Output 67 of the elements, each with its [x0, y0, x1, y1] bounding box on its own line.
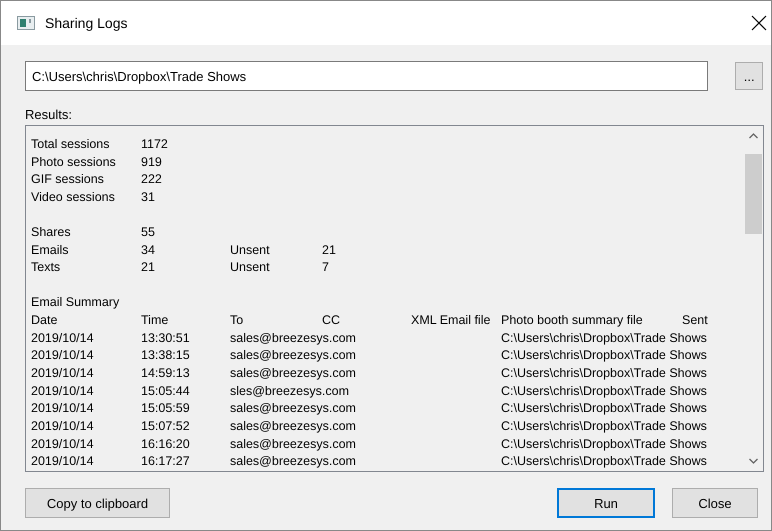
- stat-label: Unsent: [230, 259, 271, 276]
- file-path-cell-text: C:\Users\chris\Dropbox\Trade Shows: [501, 364, 708, 382]
- browse-button[interactable]: ...: [735, 62, 763, 90]
- column-header: XML Email file: [411, 312, 492, 329]
- stat-value: 21: [141, 259, 156, 276]
- stat-label: Total sessions: [31, 136, 111, 153]
- time-cell-text: 13:30:51: [141, 330, 191, 346]
- file-path-cell-text: C:\Users\chris\Dropbox\Trade Shows: [501, 347, 708, 364]
- time-cell-text: 13:38:15: [141, 347, 191, 364]
- app-icon: [17, 16, 35, 30]
- stat-value: 7: [322, 259, 330, 276]
- column-header: Date: [31, 312, 58, 329]
- column-header: CC: [322, 312, 342, 329]
- file-path-cell-text: C:\Users\chris\Dropbox\Trade Shows: [501, 453, 708, 470]
- stat-value: 222: [141, 171, 163, 188]
- close-icon[interactable]: [751, 15, 767, 31]
- date-cell-text: 2019/10/14: [31, 418, 95, 435]
- window-title: Sharing Logs: [45, 15, 129, 31]
- stat-value: 31: [141, 189, 156, 206]
- folder-path-field[interactable]: C:\Users\chris\Dropbox\Trade Shows: [25, 61, 708, 91]
- file-path-cell-text: C:\Users\chris\Dropbox\Trade Shows: [501, 418, 708, 435]
- date-cell-text: 2019/10/14: [31, 330, 95, 346]
- column-header: Sent: [682, 312, 709, 329]
- stat-label: Photo sessions: [31, 154, 117, 171]
- stat-value: 919: [141, 154, 163, 171]
- column-header: To: [230, 312, 244, 329]
- stat-label: Unsent: [230, 242, 271, 259]
- stat-value: 55: [141, 224, 156, 241]
- copy-button[interactable]: Copy to clipboard: [25, 488, 170, 518]
- date-cell-text: 2019/10/14: [31, 400, 95, 418]
- time-cell-text: 16:17:27: [141, 453, 191, 470]
- dialog-button[interactable]: Run: [557, 488, 655, 518]
- results-label: Results:: [25, 107, 73, 122]
- time-cell-text: 14:59:13: [141, 364, 191, 382]
- date-cell-text: 2019/10/14: [31, 347, 95, 364]
- email-cell-text: sales@breezesys.com: [230, 330, 357, 347]
- time-cell-text: 15:07:52: [141, 418, 191, 435]
- column-header: Photo booth summary file: [501, 312, 644, 329]
- stat-label: Video sessions: [31, 189, 116, 206]
- date-cell-text: 2019/10/14: [31, 364, 95, 382]
- stat-label: Emails: [31, 242, 70, 259]
- time-cell-text: 15:05:44: [141, 382, 191, 400]
- stat-value: 21: [322, 242, 337, 259]
- stat-value: 34: [141, 242, 156, 259]
- file-path-cell-text: C:\Users\chris\Dropbox\Trade Shows: [501, 400, 708, 418]
- stat-value: 1172: [141, 136, 169, 153]
- date-cell-text: 2019/10/14: [31, 436, 95, 453]
- email-cell-text: sales@breezesys.com: [230, 418, 357, 435]
- email-cell-text: sales@breezesys.com: [230, 364, 357, 382]
- date-cell-text: 2019/10/14: [31, 453, 95, 470]
- time-cell-text: 16:16:20: [141, 436, 191, 453]
- stat-label: Texts: [31, 259, 62, 276]
- email-cell-text: sales@breezesys.com: [230, 436, 357, 453]
- column-header: Time: [141, 312, 170, 329]
- section-heading: Email Summary: [31, 294, 120, 312]
- date-cell-text: 2019/10/14: [31, 382, 95, 400]
- stat-label: GIF sessions: [31, 171, 105, 188]
- file-path-cell-text: C:\Users\chris\Dropbox\Trade Shows: [501, 330, 708, 347]
- email-cell-text: sales@breezesys.com: [230, 347, 357, 364]
- email-cell-text: sales@breezesys.com: [230, 453, 357, 470]
- time-cell-text: 15:05:59: [141, 400, 191, 418]
- file-path-cell-text: C:\Users\chris\Dropbox\Trade Shows: [501, 382, 708, 400]
- stat-label: Shares: [31, 224, 72, 241]
- email-cell-text: sales@breezesys.com: [230, 400, 357, 418]
- file-path-cell-text: C:\Users\chris\Dropbox\Trade Shows: [501, 436, 708, 453]
- email-cell-text: sles@breezesys.com: [230, 382, 350, 400]
- dialog-button[interactable]: Close: [672, 488, 758, 518]
